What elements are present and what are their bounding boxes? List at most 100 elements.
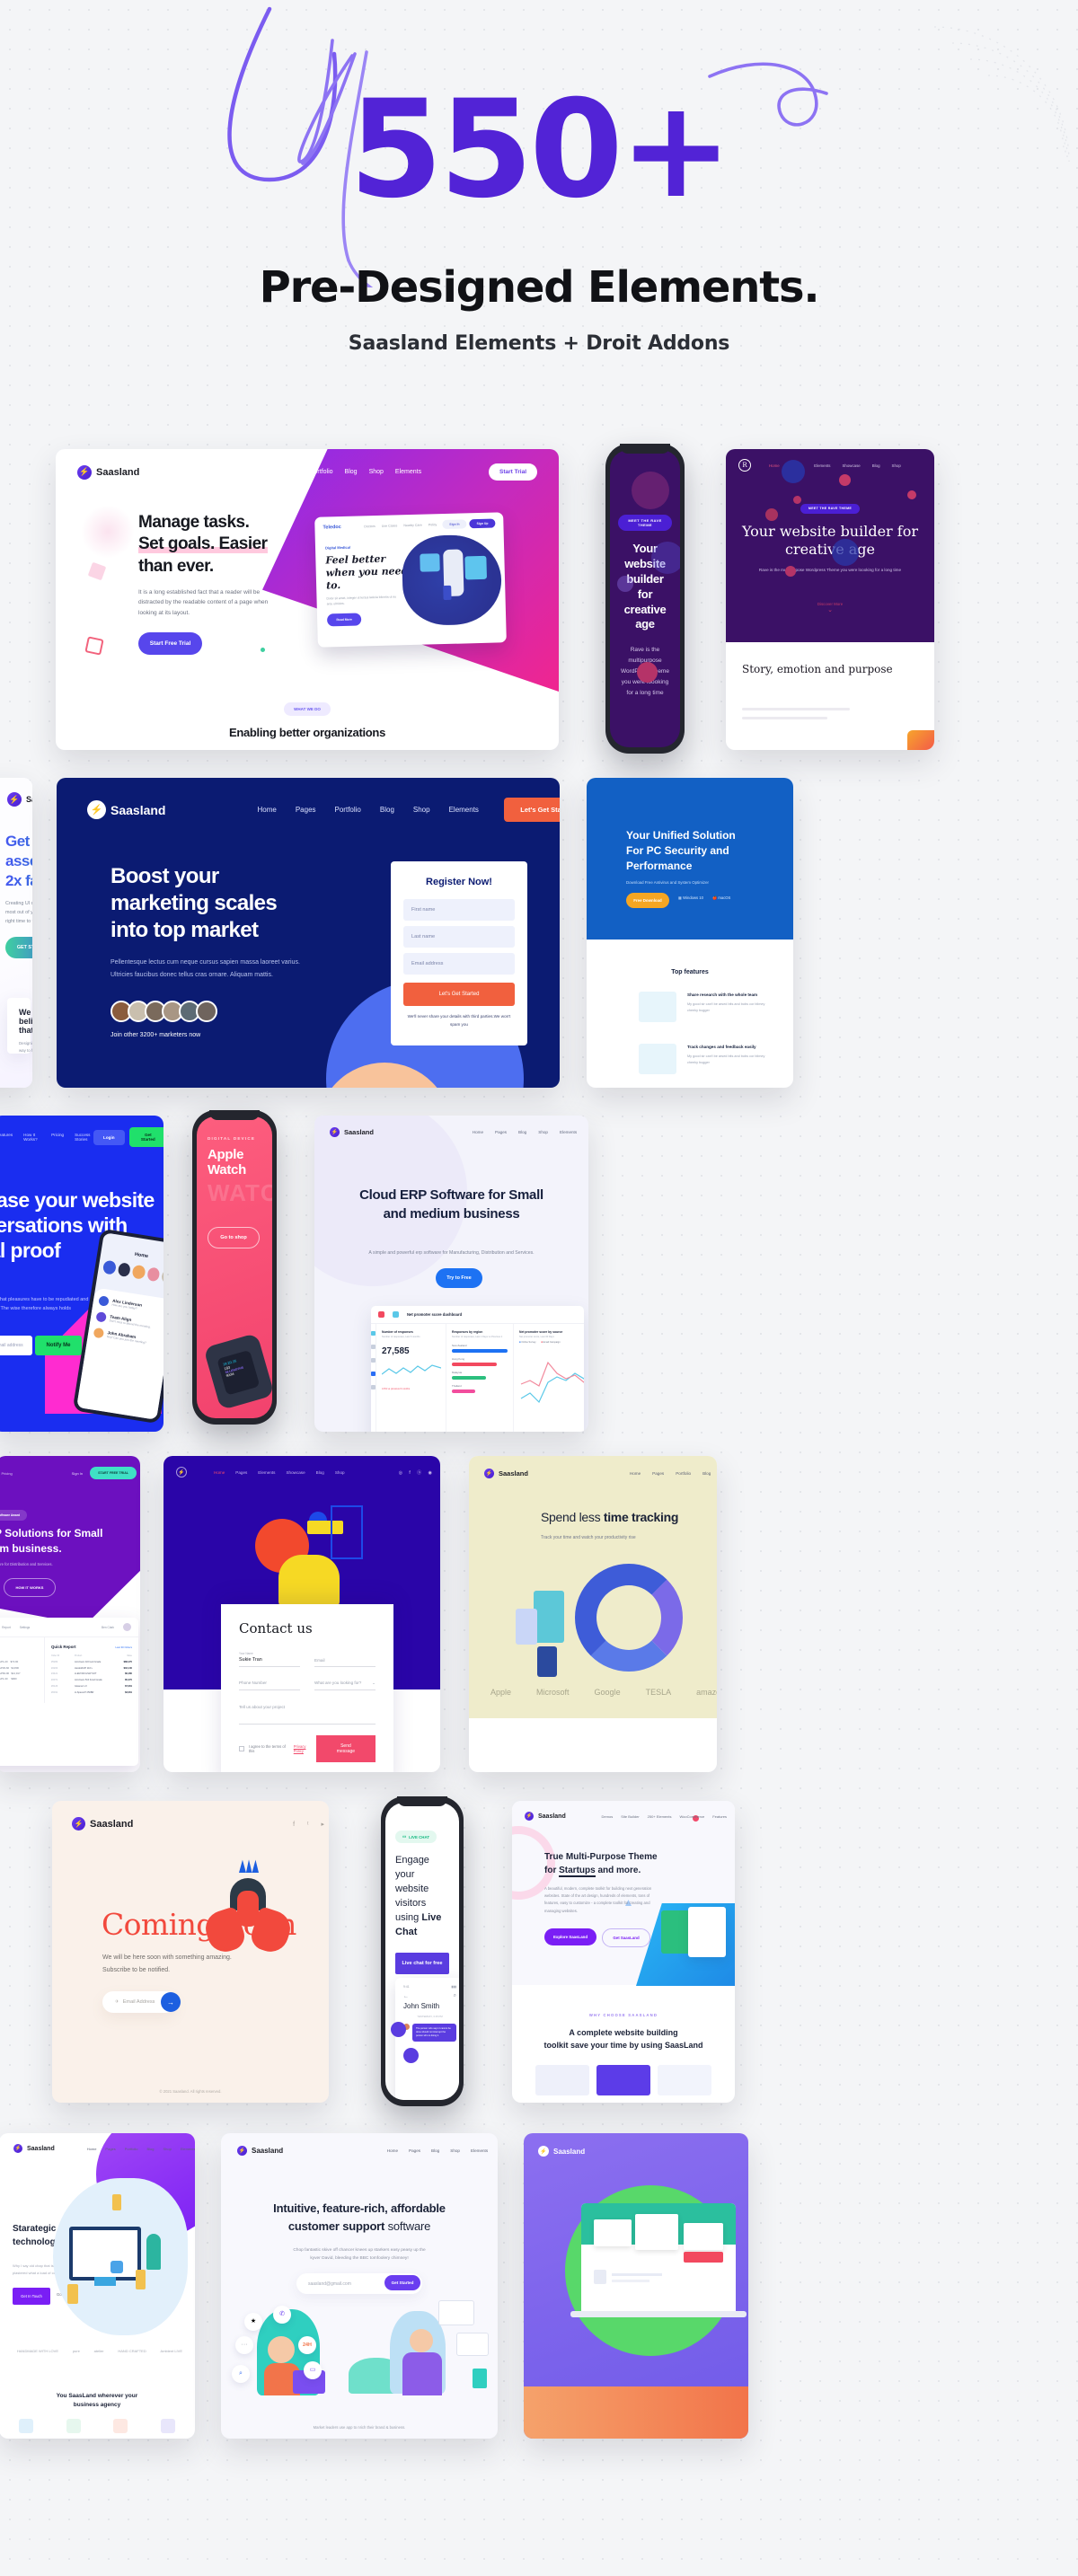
- go-to-shop-button[interactable]: Go to shop: [208, 1227, 260, 1248]
- message-textarea[interactable]: Tell us about your project: [239, 1705, 376, 1725]
- dashboard-preview: Stats Products Orders Report Settings Be…: [0, 1618, 138, 1766]
- brand-logo[interactable]: ⚡ Saasland: [538, 2146, 585, 2157]
- showcase-row-6: ⚡ Saasland Home Pages Portfolio Blog Sho…: [0, 2133, 1078, 2448]
- hero-count: 550+: [349, 72, 733, 228]
- bolt-icon: ⚡: [330, 1127, 340, 1137]
- eyebrow: DIGITAL DEVICE: [208, 1136, 256, 1141]
- live-chat-button[interactable]: Live chat for free: [395, 1952, 449, 1974]
- start-trial-button[interactable]: START FREE TRIAL: [90, 1467, 137, 1479]
- back-icon[interactable]: ←: [403, 1994, 409, 1999]
- privacy-policy-link[interactable]: Privacy Policy: [294, 1744, 316, 1753]
- bolt-icon: ⚡: [87, 800, 106, 819]
- decorative-cube: [87, 561, 107, 581]
- nav-links[interactable]: Features How It Works Pricing: [0, 1471, 13, 1476]
- phone-icon: ✆: [273, 2306, 291, 2324]
- read-more-button[interactable]: Read More: [326, 613, 362, 627]
- shot-boost-marketing[interactable]: ⚡ Saasland Home Pages Portfolio Blog Sho…: [57, 778, 560, 1088]
- avatar-group: [110, 1001, 317, 1023]
- nav-links[interactable]: Home Pages Portfolio Blog Shop Elements: [257, 806, 478, 814]
- section-heading: You SaasLand wherever your business agen…: [56, 2393, 138, 2409]
- register-form[interactable]: Register Now! First name Last name Email…: [391, 861, 527, 1045]
- explore-button[interactable]: Explore SaasLand: [544, 1928, 596, 1945]
- brand-logo[interactable]: ⚡ Saasland: [237, 2146, 283, 2156]
- get-started-button[interactable]: Get Started: [128, 1127, 163, 1147]
- shot-rave-mobile[interactable]: MEET THE RAVE THEME Your website builder…: [605, 444, 685, 754]
- get-started-button[interactable]: Get Started: [384, 2275, 420, 2290]
- shot-manage-tasks[interactable]: ⚡ Saasland Home Pages Portfolio Blog Sho…: [56, 449, 559, 750]
- headline-paragraph: Track your time and watch your productiv…: [541, 1535, 636, 1540]
- get-started-button[interactable]: GET STARTED NOW: [5, 937, 32, 959]
- rave-logo[interactable]: R: [738, 459, 751, 472]
- page-title: Pre-Designed Elements.: [259, 262, 820, 313]
- bolt-icon[interactable]: ⚡: [176, 1467, 187, 1478]
- nav-links[interactable]: Demos Site Builder 250+ Elements WooComm…: [602, 1814, 735, 1819]
- nav-links[interactable]: Home Pages Portfolio Blog Shop Elements: [87, 2147, 195, 2151]
- nav-links[interactable]: Home Pages Portfolio Blog Shop Elements: [252, 469, 421, 475]
- shot-design-assets[interactable]: ⚡ Saasland Get all design assets, & code…: [0, 778, 32, 1088]
- nav-links[interactable]: Home Pages Elements Showcase Blog Shop: [214, 1470, 345, 1475]
- shot-cloud-erp-light[interactable]: ⚡ Saasland Home Pages Blog Shop Elements…: [314, 1116, 588, 1432]
- email-input[interactable]: Email: [314, 1658, 325, 1663]
- nav-cta-button[interactable]: Let's Get Started: [504, 798, 560, 822]
- brand-logo[interactable]: ⚡ Saasland: [330, 1127, 374, 1137]
- first-name-input[interactable]: First name: [403, 899, 515, 921]
- shot-green-laptop[interactable]: ⚡ Saasland: [524, 2133, 748, 2439]
- brand-logo[interactable]: ⚡ Saasland: [484, 1469, 528, 1478]
- shot-pc-security[interactable]: Your Unified Solution For PC Security an…: [587, 778, 793, 1088]
- shot-social-proof[interactable]: Features How It Works? Pricing Success S…: [0, 1116, 163, 1432]
- footer-text: © 2021 Saasland. All rights reserved.: [159, 2089, 222, 2094]
- search-icon: ⌕: [232, 2365, 250, 2383]
- search-icon[interactable]: ⌕: [454, 1993, 456, 1999]
- email-input[interactable]: Email address: [0, 1336, 32, 1355]
- looking-for-select[interactable]: What are you looking for? ⌄: [314, 1681, 376, 1690]
- consent-checkbox[interactable]: [239, 1746, 244, 1751]
- subscribe-button[interactable]: →: [161, 1992, 181, 2012]
- brand-logo[interactable]: ⚡ Saasland: [72, 1817, 133, 1831]
- send-message-button[interactable]: Send message: [315, 1735, 376, 1762]
- headline-paragraph: It is a long established fact that a rea…: [138, 588, 269, 616]
- nav-links[interactable]: Home Pages Blog Shop Elements Portfolio: [473, 1130, 588, 1134]
- login-button[interactable]: Login: [93, 1129, 125, 1145]
- email-input[interactable]: Email address: [403, 953, 515, 975]
- get-in-touch-button[interactable]: Get In Touch: [13, 2288, 50, 2305]
- shot-strategic-agency[interactable]: ⚡ Saasland Home Pages Portfolio Blog Sho…: [0, 2133, 195, 2439]
- social-icons[interactable]: f ᵗ ▸ ⓑ: [293, 1820, 329, 1829]
- brand-logo[interactable]: ⚡ Saasland: [77, 464, 139, 480]
- brand-logo[interactable]: ⚡ Saasland: [525, 1812, 566, 1821]
- social-icons[interactable]: ◎ f ⓑ ◉: [399, 1469, 435, 1476]
- nav-links[interactable]: Features How It Works? Pricing Success S…: [0, 1133, 93, 1142]
- shot-cloud-erp-purple[interactable]: Features How It Works Pricing Sign In ST…: [0, 1456, 140, 1772]
- shot-live-chat[interactable]: ▭ LIVE CHAT Engage your website visitors …: [381, 1796, 464, 2106]
- showcase-row-4: Features How It Works Pricing Sign In ST…: [0, 1456, 1078, 1788]
- name-input[interactable]: Sukie Tran: [239, 1657, 300, 1663]
- shot-rave-desktop[interactable]: R Home Pages Elements Showcase Blog Shop…: [726, 449, 934, 750]
- nav-links[interactable]: Home Pages Portfolio Blog Shop: [630, 1471, 717, 1476]
- shot-apple-watch[interactable]: DIGITAL DEVICE Apple Watch WATCH Go to s…: [192, 1110, 277, 1425]
- headline: Cloud ERP Software for Small and medium …: [359, 1187, 543, 1222]
- headline-paragraph: A simple and powerful erp software for M…: [368, 1250, 535, 1256]
- get-saasland-button[interactable]: Get SaasLand: [602, 1928, 650, 1947]
- shot-contact-us[interactable]: ⚡ Home Pages Elements Showcase Blog Shop…: [163, 1456, 440, 1772]
- try-free-button[interactable]: Try to Free: [436, 1268, 482, 1288]
- contact-form[interactable]: Contact us Your Name Sukie Tran Email Ph…: [221, 1604, 393, 1772]
- shot-customer-support[interactable]: ⚡ Saasland Home Pages Blog Shop Elements…: [221, 2133, 498, 2439]
- notify-me-button[interactable]: Notify Me: [35, 1336, 82, 1355]
- brand-logo[interactable]: ⚡ Saasland: [13, 2144, 55, 2153]
- shot-multi-purpose[interactable]: ⚡ Saasland Demos Site Builder 250+ Eleme…: [512, 1801, 735, 2103]
- brand-logo[interactable]: ⚡ Saasland: [7, 792, 32, 807]
- headline: Cloud ERP Solutions for Small and Medium…: [0, 1527, 103, 1556]
- shot-coming-soon[interactable]: ⚡ Saasland f ᵗ ▸ ⓑ Coming Soon We will b…: [52, 1801, 329, 2103]
- social-proof-text: Join other 3200+ marketers now: [110, 1032, 201, 1039]
- how-it-works-button[interactable]: HOW IT WORKS: [4, 1578, 56, 1597]
- free-download-button[interactable]: Free Download: [626, 893, 669, 908]
- nav-links[interactable]: Home Pages Blog Shop Elements Portfolio: [387, 2148, 498, 2153]
- shot-time-tracking[interactable]: ⚡ Saasland Home Pages Portfolio Blog Sho…: [469, 1456, 717, 1772]
- last-name-input[interactable]: Last name: [403, 926, 515, 948]
- start-free-trial-button[interactable]: Start Free Trial: [138, 632, 202, 656]
- nav-cta-button[interactable]: Start Trial: [489, 463, 537, 481]
- showcase-row-2: ⚡ Saasland Get all design assets, & code…: [0, 778, 1078, 1103]
- sign-in-link[interactable]: Sign In: [72, 1471, 83, 1476]
- brand-logo[interactable]: ⚡ Saasland: [87, 800, 165, 819]
- phone-input[interactable]: Phone Number: [239, 1681, 300, 1690]
- submit-button[interactable]: Let's Get Started: [403, 983, 515, 1006]
